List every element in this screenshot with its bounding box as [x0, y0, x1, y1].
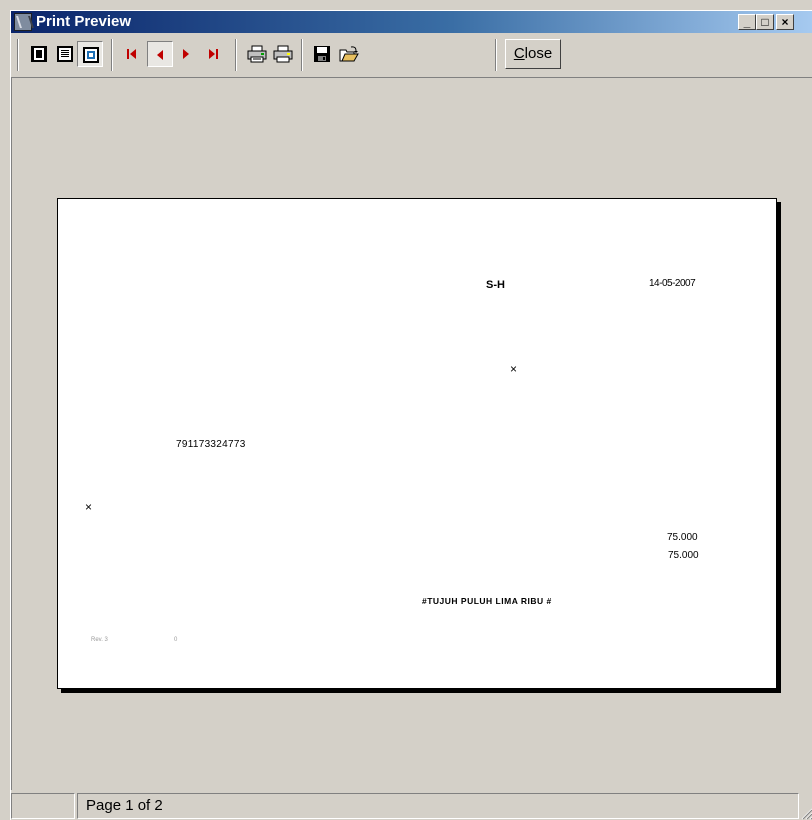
fit-page-icon — [83, 47, 99, 63]
previous-page-button[interactable] — [147, 41, 173, 67]
resize-grip-icon[interactable] — [799, 806, 812, 820]
print-button[interactable] — [269, 41, 295, 67]
toolbar-separator — [495, 39, 497, 71]
save-button[interactable] — [309, 41, 335, 67]
single-page-button[interactable] — [26, 41, 52, 67]
last-page-icon — [209, 49, 218, 59]
doc-code: S-H — [486, 279, 505, 291]
next-page-button[interactable] — [173, 41, 199, 67]
previous-page-icon — [157, 50, 163, 60]
doc-amount-words: #TUJUH PULUH LIMA RIBU # — [422, 596, 552, 606]
text-page-icon — [57, 46, 73, 62]
close-label-rest: lose — [524, 45, 553, 62]
close-label-underlined: C — [513, 45, 525, 62]
last-page-button[interactable] — [201, 41, 227, 67]
doc-amount-2: 75.000 — [668, 550, 699, 561]
toolbar-separator — [235, 39, 237, 71]
text-page-button[interactable] — [52, 41, 78, 67]
toolbar-separator — [111, 39, 113, 71]
title-bar[interactable]: Print Preview _ □ × — [11, 11, 812, 33]
first-page-button[interactable] — [119, 41, 145, 67]
app-icon — [14, 13, 32, 31]
doc-footer-right: 0 — [174, 637, 178, 643]
preview-page: S-H 14-05-2007 × 791173324773 × 75.000 7… — [57, 198, 777, 689]
doc-date: 14-05-2007 — [649, 278, 696, 289]
doc-footer-left: Rev. 3 — [91, 637, 108, 643]
save-icon — [314, 46, 330, 62]
preview-area[interactable]: S-H 14-05-2007 × 791173324773 × 75.000 7… — [11, 77, 812, 790]
print-icon — [273, 45, 293, 63]
doc-account-number: 791173324773 — [176, 439, 246, 450]
fit-page-button[interactable] — [77, 41, 103, 67]
doc-amount-1: 75.000 — [667, 532, 698, 543]
doc-mark-center: × — [510, 362, 518, 376]
open-button[interactable] — [335, 41, 361, 67]
toolbar-separator — [301, 39, 303, 71]
printer-setup-icon — [247, 45, 267, 63]
doc-mark-left: × — [85, 500, 93, 514]
window-title: Print Preview — [36, 13, 132, 30]
minimize-button[interactable]: _ — [738, 14, 756, 30]
single-page-icon — [31, 46, 47, 62]
close-window-button[interactable]: × — [776, 14, 794, 30]
printer-setup-button[interactable] — [243, 41, 269, 67]
next-page-icon — [183, 49, 189, 59]
maximize-button[interactable]: □ — [756, 14, 774, 30]
toolbar-separator — [17, 39, 19, 71]
status-page-info: Page 1 of 2 — [77, 793, 799, 819]
print-preview-window: Print Preview _ □ × Close S-H 14-05-2007… — [10, 10, 812, 820]
toolbar: Close — [11, 33, 812, 77]
status-pane-empty — [11, 793, 75, 819]
status-bar: Page 1 of 2 — [11, 790, 812, 820]
open-folder-icon — [339, 46, 359, 62]
close-preview-button[interactable]: Close — [505, 39, 561, 69]
first-page-icon — [127, 49, 136, 59]
